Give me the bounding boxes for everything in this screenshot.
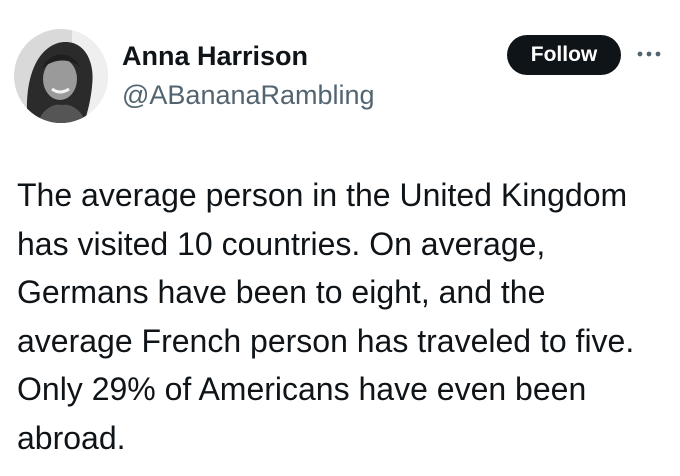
tweet-text: The average person in the United Kingdom… [17, 177, 635, 456]
avatar-photo [14, 29, 108, 123]
author-name[interactable]: Anna Harrison [122, 39, 308, 73]
avatar[interactable] [14, 29, 108, 123]
author-handle[interactable]: @ABananaRambling [122, 78, 375, 112]
more-horizontal-icon[interactable] [634, 44, 664, 64]
tweet-card: Anna Harrison @ABananaRambling Follow Th… [0, 0, 680, 476]
follow-button[interactable]: Follow [507, 35, 621, 75]
